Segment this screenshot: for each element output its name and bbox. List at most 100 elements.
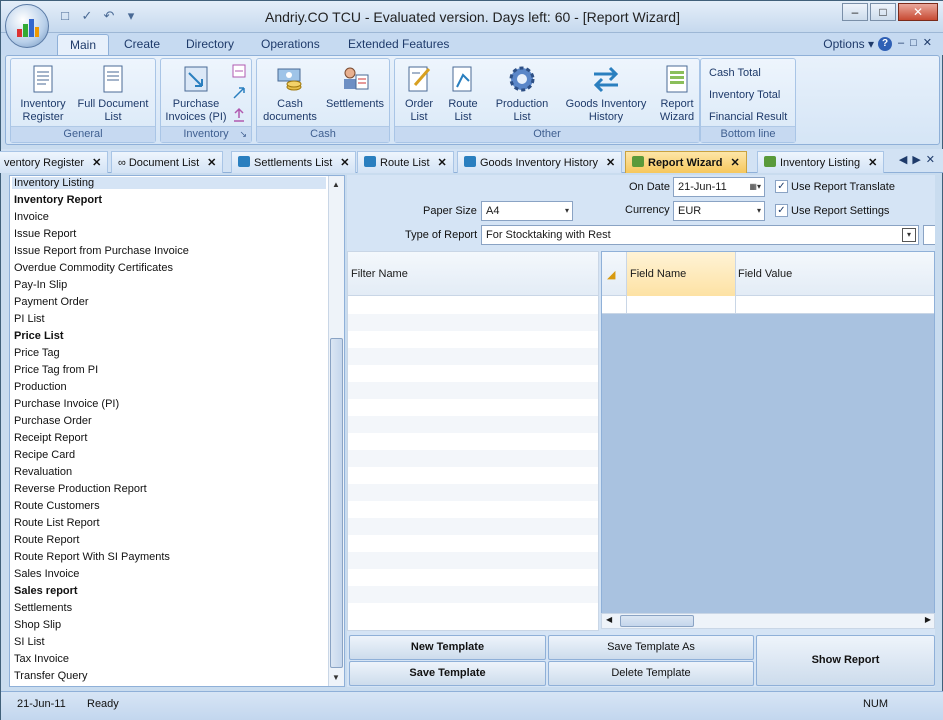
- close-icon[interactable]: ✕: [92, 157, 101, 169]
- show-report-button[interactable]: Show Report: [756, 635, 935, 686]
- doc-tab-document-list[interactable]: ∞ Document List ✕: [111, 151, 224, 173]
- minimize-button[interactable]: –: [842, 3, 868, 21]
- field-grid[interactable]: ◢ Field Name Field Value: [601, 251, 935, 629]
- list-item[interactable]: Route Report: [14, 534, 79, 546]
- filter-grid[interactable]: Filter Name: [347, 251, 599, 631]
- scrollbar-thumb[interactable]: [330, 338, 343, 668]
- close-icon[interactable]: ✕: [730, 157, 739, 169]
- tab-navigation[interactable]: ◀▶✕: [899, 153, 940, 166]
- mdi-controls[interactable]: –□✕: [898, 36, 938, 49]
- close-button[interactable]: ✕: [898, 3, 938, 21]
- sort-indicator-icon[interactable]: ◢: [607, 268, 615, 281]
- tab-create[interactable]: Create: [124, 37, 160, 51]
- grid-row[interactable]: [602, 296, 934, 314]
- app-menu-button[interactable]: [5, 4, 49, 48]
- route-list-button[interactable]: Route List: [443, 63, 483, 124]
- list-item[interactable]: Sales report: [14, 585, 78, 597]
- list-item[interactable]: Overdue Commodity Certificates: [14, 262, 173, 274]
- scroll-left-icon[interactable]: ◀: [606, 615, 612, 624]
- close-icon[interactable]: ✕: [868, 157, 877, 169]
- close-icon[interactable]: ✕: [438, 157, 447, 169]
- list-item[interactable]: Receipt Report: [14, 432, 87, 444]
- list-item[interactable]: Issue Report from Purchase Invoice: [14, 245, 189, 257]
- financial-result-button[interactable]: Financial Result: [709, 111, 787, 123]
- tab-main[interactable]: Main: [57, 34, 110, 56]
- field-name-header[interactable]: Field Name: [626, 252, 736, 296]
- inventory-register-button[interactable]: Inventory Register: [17, 63, 69, 124]
- list-item[interactable]: Invoice: [14, 211, 49, 223]
- list-item[interactable]: Purchase Order: [14, 415, 92, 427]
- small-upload-icon[interactable]: [231, 107, 247, 123]
- order-list-button[interactable]: Order List: [397, 63, 441, 124]
- report-wizard-button[interactable]: Report Wizard: [655, 63, 699, 124]
- currency-select[interactable]: EUR ▾: [673, 201, 765, 221]
- doc-tab-inventory-listing[interactable]: Inventory Listing ✕: [757, 151, 885, 173]
- options-menu[interactable]: Options ▾: [823, 37, 874, 51]
- use-report-translate-checkbox[interactable]: ✓: [775, 180, 788, 193]
- list-item[interactable]: SI List: [14, 636, 45, 648]
- inventory-total-button[interactable]: Inventory Total: [709, 89, 780, 101]
- dialog-launcher-icon[interactable]: ↘: [239, 127, 247, 142]
- use-report-settings-checkbox[interactable]: ✓: [775, 204, 788, 217]
- settlements-button[interactable]: Settlements: [323, 63, 387, 111]
- doc-tab-route-list[interactable]: Route List ✕: [357, 151, 454, 173]
- close-icon[interactable]: ✕: [606, 157, 615, 169]
- close-icon[interactable]: ✕: [207, 157, 216, 169]
- cash-documents-button[interactable]: Cash documents: [259, 63, 321, 124]
- save-template-button[interactable]: Save Template: [349, 661, 546, 686]
- small-arrow-icon[interactable]: [231, 85, 247, 101]
- list-item[interactable]: PI List: [14, 313, 45, 325]
- tab-operations[interactable]: Operations: [261, 37, 320, 51]
- list-item[interactable]: Pay-In Slip: [14, 279, 67, 291]
- tab-directory[interactable]: Directory: [186, 37, 234, 51]
- list-item[interactable]: Route Report With SI Payments: [14, 551, 170, 563]
- list-item[interactable]: Transfer Query: [14, 670, 88, 682]
- list-item[interactable]: Settlements: [14, 602, 72, 614]
- list-item[interactable]: Shop Slip: [14, 619, 61, 631]
- close-icon[interactable]: ✕: [340, 157, 349, 169]
- list-item[interactable]: Purchase Invoice (PI): [14, 398, 119, 410]
- paper-size-select[interactable]: A4 ▾: [481, 201, 573, 221]
- tab-extended-features[interactable]: Extended Features: [348, 37, 449, 51]
- doc-tab-report-wizard[interactable]: Report Wizard ✕: [625, 151, 747, 173]
- list-item[interactable]: Tax Invoice: [14, 653, 69, 665]
- small-document-icon[interactable]: [231, 63, 247, 79]
- full-document-list-button[interactable]: Full Document List: [73, 63, 153, 124]
- list-item[interactable]: Sales Invoice: [14, 568, 79, 580]
- scrollbar-thumb[interactable]: [620, 615, 694, 627]
- maximize-button[interactable]: □: [870, 3, 896, 21]
- list-item[interactable]: Production: [14, 381, 67, 393]
- list-item[interactable]: Inventory Report: [14, 194, 102, 206]
- scroll-down-icon[interactable]: ▼: [332, 673, 340, 682]
- scroll-right-icon[interactable]: ▶: [925, 615, 931, 624]
- list-item[interactable]: Issue Report: [14, 228, 76, 240]
- list-item[interactable]: Payment Order: [14, 296, 89, 308]
- filter-name-header[interactable]: Filter Name: [348, 252, 598, 296]
- grid-cell[interactable]: [626, 296, 736, 314]
- doc-tab-settlements-list[interactable]: Settlements List ✕: [231, 151, 357, 173]
- list-item[interactable]: Price List: [14, 330, 64, 342]
- list-item[interactable]: Route List Report: [14, 517, 100, 529]
- field-grid-hscrollbar[interactable]: ◀ ▶: [601, 613, 935, 629]
- calendar-icon[interactable]: ▦▾: [749, 182, 761, 191]
- list-item[interactable]: Revaluation: [14, 466, 72, 478]
- list-item[interactable]: Route Customers: [14, 500, 100, 512]
- production-list-button[interactable]: Production List: [487, 63, 557, 124]
- scroll-up-icon[interactable]: ▲: [332, 180, 340, 189]
- cash-total-button[interactable]: Cash Total: [709, 67, 761, 79]
- goods-inventory-history-button[interactable]: Goods Inventory History: [559, 63, 653, 124]
- type-of-report-select[interactable]: For Stocktaking with Rest ▾: [481, 225, 919, 245]
- list-item[interactable]: Recipe Card: [14, 449, 75, 461]
- doc-tab-goods-inventory-history[interactable]: Goods Inventory History ✕: [457, 151, 623, 173]
- help-icon[interactable]: ?: [878, 37, 892, 51]
- save-template-as-button[interactable]: Save Template As: [548, 635, 754, 660]
- list-item[interactable]: Price Tag from PI: [14, 364, 98, 376]
- doc-tab-inventory-register[interactable]: ventory Register ✕: [0, 151, 109, 173]
- list-item[interactable]: Inventory Listing: [12, 177, 326, 189]
- field-value-header[interactable]: Field Value: [738, 268, 792, 280]
- list-item[interactable]: Reverse Production Report: [14, 483, 147, 495]
- list-item[interactable]: Price Tag: [14, 347, 60, 359]
- purchase-invoices-button[interactable]: Purchase Invoices (PI): [163, 63, 229, 124]
- new-template-button[interactable]: New Template: [349, 635, 546, 660]
- on-date-picker[interactable]: 21-Jun-11 ▦▾: [673, 177, 765, 197]
